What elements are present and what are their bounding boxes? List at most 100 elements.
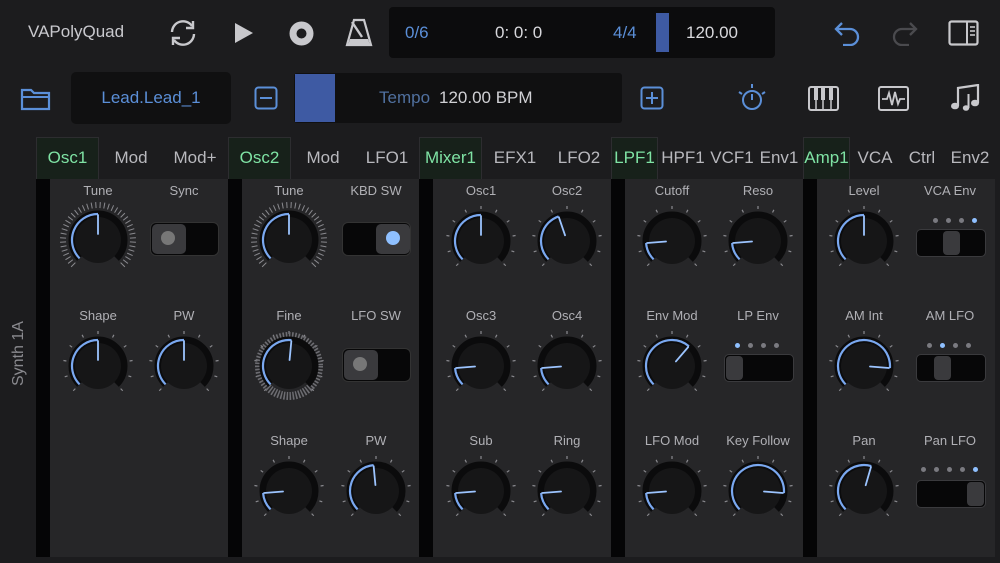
mixer1-osc4-label: Osc4: [551, 308, 583, 323]
amp1-am-int-knob[interactable]: [824, 326, 904, 406]
tab-ctrl[interactable]: Ctrl: [901, 137, 943, 179]
osc1-sync-toggle[interactable]: [150, 222, 219, 256]
tab-vcf1[interactable]: VCF1: [708, 137, 756, 179]
tab-lpf1[interactable]: LPF1: [611, 137, 658, 179]
sync-icon[interactable]: [166, 17, 200, 49]
amp1-vca-env-indicator: [933, 218, 978, 226]
osc1-shape-label: Shape: [79, 308, 117, 323]
tab-mod-2[interactable]: Mod: [296, 137, 350, 179]
mixer1-osc3-knob[interactable]: [441, 326, 521, 406]
tab-vca[interactable]: VCA: [852, 137, 898, 179]
tab-mod[interactable]: Mod: [104, 137, 158, 179]
tempo-decrease-icon[interactable]: [254, 86, 278, 110]
mixer1-osc1-label: Osc1: [465, 183, 497, 198]
pattern-counter[interactable]: 0/6: [405, 23, 429, 43]
amp1-am-lfo-label: AM LFO: [925, 308, 975, 323]
sidebar-toggle-icon[interactable]: [948, 20, 979, 46]
tab-hpf1[interactable]: HPF1: [659, 137, 707, 179]
lpf1-lp-env-selector[interactable]: [724, 354, 794, 382]
osc1-pw-knob[interactable]: [144, 326, 224, 406]
tab-lfo1[interactable]: LFO1: [358, 137, 416, 179]
music-notes-icon[interactable]: [949, 84, 981, 112]
synth-slot-label: Synth 1A: [10, 321, 27, 386]
mixer1-sub-label: Sub: [469, 433, 493, 448]
osc2-shape-knob[interactable]: [249, 451, 329, 531]
lpf1-reso-label: Reso: [742, 183, 774, 198]
keyboard-icon[interactable]: [808, 86, 839, 111]
signature-indicator: [656, 13, 669, 52]
amp1-pan-lfo-label: Pan LFO: [923, 433, 977, 448]
lpf1-lfo-mod-label: LFO Mod: [644, 433, 700, 448]
tab-osc1[interactable]: Osc1: [36, 137, 99, 179]
osc2-pw-label: PW: [365, 433, 387, 448]
bpm-display[interactable]: 120.00: [686, 23, 738, 43]
lpf1-key-follow-knob[interactable]: [718, 451, 798, 531]
mixer1-osc2-knob[interactable]: [527, 201, 607, 281]
amp1-pan-knob[interactable]: [824, 451, 904, 531]
amp1-pan-lfo-indicator: [921, 467, 981, 475]
mixer1-sub-knob[interactable]: [441, 451, 521, 531]
osc1-tune-label: Tune: [83, 183, 113, 198]
redo-icon[interactable]: [891, 20, 919, 46]
tempo-value: 120.00 BPM: [439, 88, 533, 107]
record-icon[interactable]: [288, 20, 315, 47]
lpf1-cutoff-label: Cutoff: [654, 183, 690, 198]
waveform-icon[interactable]: [878, 86, 909, 111]
time-position: 0: 0: 0: [495, 23, 543, 42]
tab-mixer1[interactable]: Mixer1: [419, 137, 482, 179]
tempo-label: Tempo: [379, 88, 431, 107]
amp1-pan-label: Pan: [852, 433, 876, 448]
osc2-kbd-sw-label: KBD SW: [350, 183, 402, 198]
osc1-pw-label: PW: [173, 308, 195, 323]
undo-icon[interactable]: [833, 20, 861, 46]
lpf1-cutoff-knob[interactable]: [632, 201, 712, 281]
osc2-pw-knob[interactable]: [336, 451, 416, 531]
tab-efx1[interactable]: EFX1: [486, 137, 544, 179]
transport-display: 0/6 0: 0: 0 4/4 120.00: [389, 7, 775, 58]
preset-selector[interactable]: Lead.Lead_1: [71, 72, 231, 124]
osc2-kbd-sw-toggle[interactable]: [342, 222, 411, 256]
lpf1-env-mod-knob[interactable]: [632, 326, 712, 406]
osc2-tune-knob[interactable]: [249, 200, 329, 280]
osc2-tune-label: Tune: [274, 183, 304, 198]
amp1-am-lfo-indicator: [927, 343, 972, 351]
tab-env2[interactable]: Env2: [946, 137, 994, 179]
app-title: VAPolyQuad: [28, 22, 125, 41]
mixer1-ring-knob[interactable]: [527, 451, 607, 531]
osc2-fine-label: Fine: [276, 308, 302, 323]
amp1-level-knob[interactable]: [824, 201, 904, 281]
lpf1-reso-knob[interactable]: [718, 201, 798, 281]
tempo-slider[interactable]: Tempo 120.00 BPM: [294, 73, 622, 123]
mixer1-osc4-knob[interactable]: [527, 326, 607, 406]
lpf1-lfo-mod-knob[interactable]: [632, 451, 712, 531]
amp1-vca-env-label: VCA Env: [923, 183, 977, 198]
lpf1-panel-rail: [611, 179, 625, 557]
play-icon[interactable]: [233, 21, 255, 45]
amp1-am-lfo-selector[interactable]: [916, 354, 986, 382]
folder-icon[interactable]: [20, 86, 51, 111]
tempo-increase-icon[interactable]: [640, 86, 664, 110]
osc1-tune-knob[interactable]: [58, 200, 138, 280]
tab-amp1[interactable]: Amp1: [803, 137, 850, 179]
tab-env1[interactable]: Env1: [757, 137, 801, 179]
tab-lfo2[interactable]: LFO2: [550, 137, 608, 179]
time-signature[interactable]: 4/4: [613, 23, 637, 43]
amp1-panel-rail: [803, 179, 817, 557]
osc2-lfo-sw-label: LFO SW: [351, 308, 401, 323]
tab-osc2[interactable]: Osc2: [228, 137, 291, 179]
metronome-icon[interactable]: [344, 18, 374, 48]
osc2-fine-knob[interactable]: [249, 326, 329, 406]
mixer1-panel-rail: [419, 179, 433, 557]
osc2-lfo-sw-toggle[interactable]: [342, 348, 411, 382]
osc2-panel-rail: [228, 179, 242, 557]
amp1-vca-env-selector[interactable]: [916, 229, 986, 257]
lpf1-lp-env-label: LP Env: [737, 308, 779, 323]
lpf1-key-follow-label: Key Follow: [726, 433, 790, 448]
amp1-level-label: Level: [848, 183, 880, 198]
tab-mod-plus[interactable]: Mod+: [168, 137, 222, 179]
osc1-shape-knob[interactable]: [58, 326, 138, 406]
control-knob-icon[interactable]: [736, 83, 768, 113]
mixer1-osc1-knob[interactable]: [441, 201, 521, 281]
lpf1-env-mod-label: Env Mod: [646, 308, 698, 323]
amp1-pan-lfo-selector[interactable]: [916, 480, 986, 508]
